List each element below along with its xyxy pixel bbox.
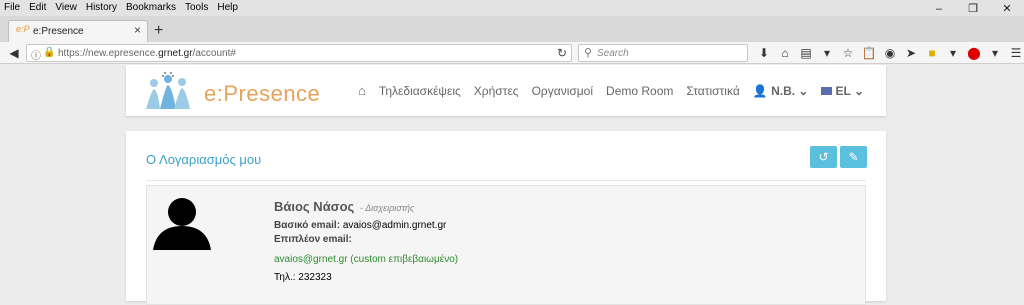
menu-history[interactable]: History: [86, 2, 117, 13]
bookmark-star-icon[interactable]: ☆: [840, 44, 856, 62]
navigation-toolbar: ◀ ⓘ 🔒 https://new.epresence.grnet.gr/acc…: [0, 42, 1024, 64]
edit-button[interactable]: ✎: [840, 146, 867, 168]
back-icon[interactable]: ◀: [6, 45, 22, 61]
adblock-icon[interactable]: ⬤: [966, 44, 982, 62]
menu-bar: File Edit View History Bookmarks Tools H…: [0, 0, 1024, 16]
page-title: Ο Λογαριασμός μου: [146, 152, 262, 167]
menu-file[interactable]: File: [4, 2, 20, 13]
menu-view[interactable]: View: [55, 2, 77, 13]
menu-tools[interactable]: Tools: [185, 2, 208, 13]
send-icon[interactable]: ➤: [903, 44, 919, 62]
nav-demo-room[interactable]: Demo Room: [606, 84, 673, 98]
nav-statistics[interactable]: Στατιστικά: [686, 84, 739, 98]
account-card: Ο Λογαριασμός μου ↺ ✎ Βάιος Νάσος - Διαχ…: [126, 131, 886, 305]
address-bar[interactable]: ⓘ 🔒 https://new.epresence.grnet.gr/accou…: [26, 44, 572, 62]
chevron-down-icon[interactable]: ▾: [819, 44, 835, 62]
tab-title: e:Presence: [33, 26, 84, 37]
clipboard-icon[interactable]: 📋: [861, 44, 877, 62]
extra-email-label: Επιπλέον email:: [274, 234, 352, 245]
favicon-icon: e:P: [16, 24, 30, 34]
restore-icon[interactable]: ❐: [956, 0, 990, 16]
home-nav-icon[interactable]: ⌂: [358, 83, 366, 98]
flag-icon: [821, 87, 833, 96]
home-icon[interactable]: ⌂: [777, 44, 793, 62]
extra-email: avaios@grnet.gr (custom επιβεβαιωμένο): [274, 254, 459, 265]
profile-box: Βάιος Νάσος - Διαχειριστής Βασικό email:…: [146, 185, 866, 305]
chevron-down-icon[interactable]: ▾: [945, 44, 961, 62]
close-window-icon[interactable]: ✕: [990, 0, 1024, 16]
chevron-down-icon: ⌄: [853, 83, 864, 98]
chevron-down-icon[interactable]: ▾: [987, 44, 1003, 62]
tab-bar: e:P e:Presence × +: [0, 16, 1024, 42]
language-menu[interactable]: EL ⌄: [821, 84, 864, 98]
avatar: [153, 198, 211, 250]
tab-epresence[interactable]: e:P e:Presence ×: [8, 20, 148, 42]
logo-text: e:Presence: [204, 81, 321, 106]
hamburger-menu-icon[interactable]: ☰: [1008, 44, 1024, 62]
info-icon[interactable]: ⓘ: [31, 47, 41, 62]
search-input[interactable]: ⚲ Search: [578, 44, 748, 62]
search-icon: ⚲: [584, 47, 593, 59]
reload-icon[interactable]: ↻: [557, 46, 567, 60]
pocket-icon[interactable]: ◉: [882, 44, 898, 62]
library-icon[interactable]: ▤: [798, 44, 814, 62]
chevron-down-icon: ⌄: [798, 83, 809, 98]
lock-icon: 🔒: [43, 47, 56, 58]
site-header: e:Presence ⌂ Τηλεδιασκέψεις Χρήστες Οργα…: [126, 65, 886, 116]
primary-email: Βασικό email: avaios@admin.grnet.gr: [274, 220, 447, 231]
url-text[interactable]: https://new.epresence.grnet.gr/account#: [58, 48, 236, 59]
minimize-icon[interactable]: –: [922, 0, 956, 16]
extension-icon[interactable]: ■: [924, 44, 940, 62]
menu-edit[interactable]: Edit: [29, 2, 46, 13]
page-content: e:Presence ⌂ Τηλεδιασκέψεις Χρήστες Οργα…: [0, 65, 1024, 305]
user-icon: 👤: [752, 83, 768, 98]
nav-organizations[interactable]: Οργανισμοί: [532, 84, 593, 98]
menu-help[interactable]: Help: [217, 2, 238, 13]
site-logo[interactable]: e:Presence: [142, 69, 332, 113]
close-tab-icon[interactable]: ×: [134, 23, 141, 37]
new-tab-icon[interactable]: +: [154, 22, 163, 40]
history-button[interactable]: ↺: [810, 146, 837, 168]
user-menu[interactable]: 👤 N.B. ⌄: [753, 84, 809, 98]
nav-users[interactable]: Χρήστες: [474, 84, 519, 98]
main-nav: ⌂ Τηλεδιασκέψεις Χρήστες Οργανισμοί Demo…: [358, 83, 864, 98]
menu-bookmarks[interactable]: Bookmarks: [126, 2, 176, 13]
nav-conferences[interactable]: Τηλεδιασκέψεις: [379, 84, 461, 98]
user-role: - Διαχειριστής: [359, 203, 415, 213]
phone: Τηλ.: 232323: [274, 272, 332, 283]
divider: [146, 180, 866, 181]
search-placeholder: Search: [597, 48, 629, 59]
user-name: Βάιος Νάσος - Διαχειριστής: [274, 199, 415, 214]
download-icon[interactable]: ⬇: [756, 44, 772, 62]
